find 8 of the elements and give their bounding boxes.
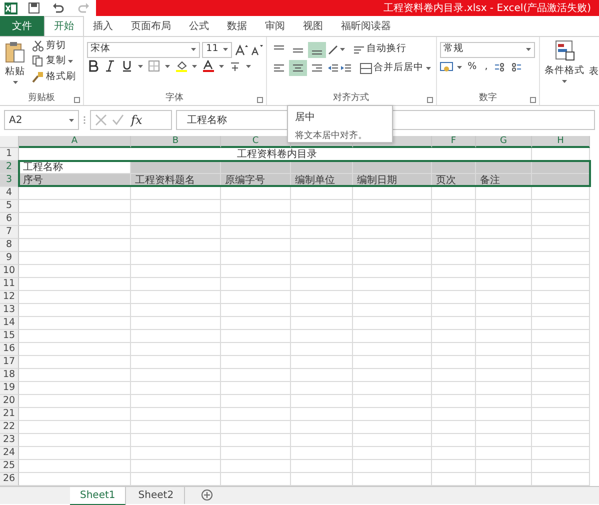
window-title: 工程资料卷内目录.xlsx - Excel(产品激活失败) [384, 2, 591, 16]
group-label: 对齐方式 [333, 92, 370, 105]
tooltip-title: 居中 [295, 112, 315, 124]
ribbon-label: 表 [589, 64, 599, 78]
group-label: 字体 [166, 92, 184, 105]
group-label: 数字 [478, 92, 497, 105]
group-label: 剪贴板 [28, 92, 55, 105]
tooltip-text: 将文本居中对齐。 [295, 131, 367, 142]
